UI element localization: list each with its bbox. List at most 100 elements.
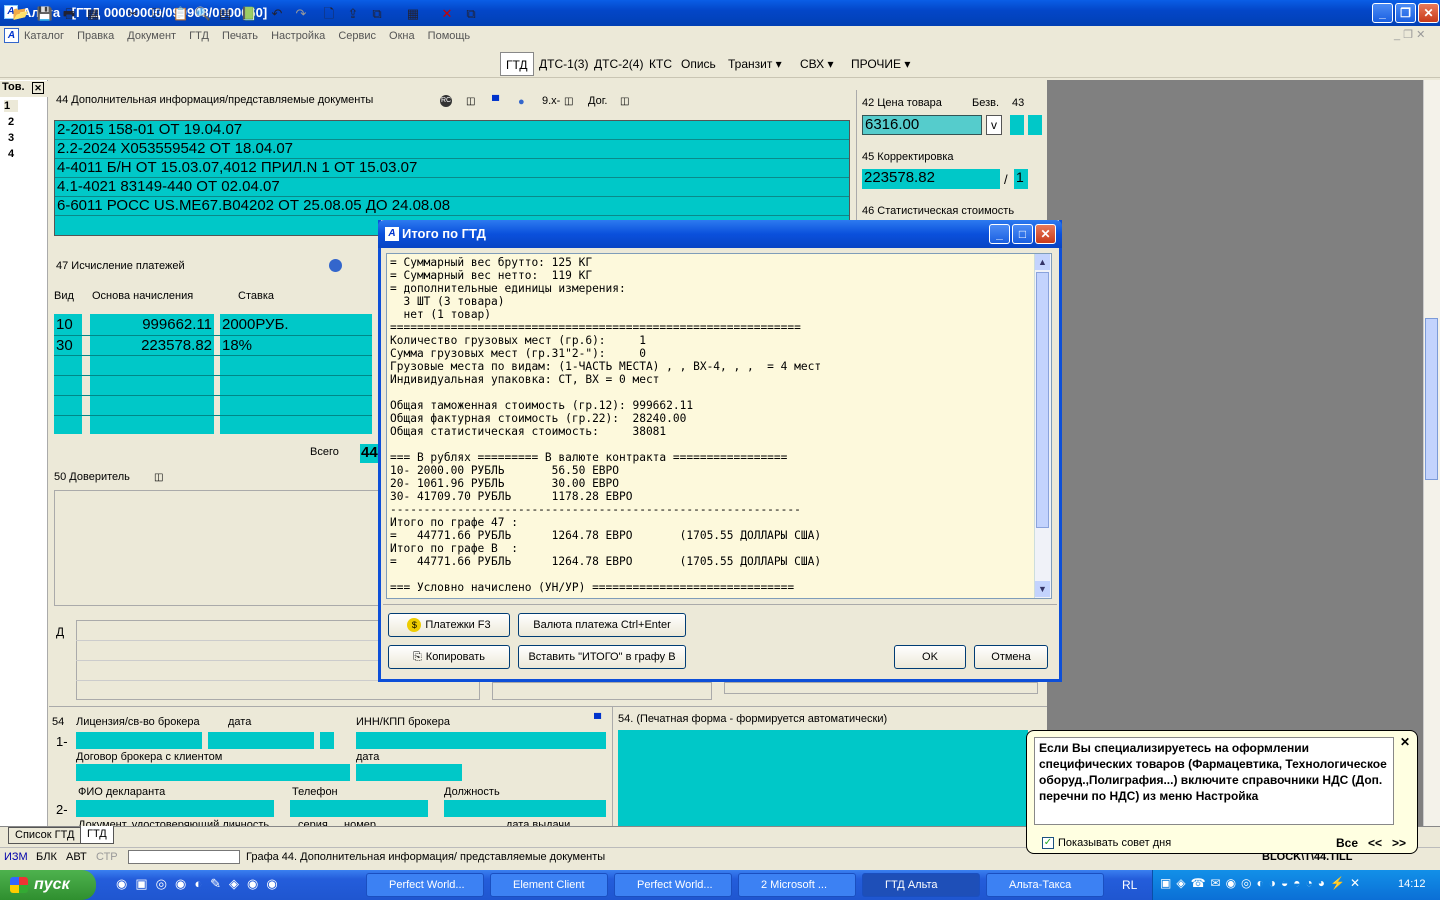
cut-icon[interactable]: ✂	[124, 5, 142, 23]
task-perfect-world-2[interactable]: Perfect World...	[614, 873, 732, 897]
insert-total-button[interactable]: Вставить "ИТОГО" в графу В	[518, 645, 686, 669]
menu-edit[interactable]: Правка	[77, 30, 114, 42]
save-icon[interactable]: 💾	[36, 5, 54, 23]
table-icon[interactable]: ▦	[404, 5, 422, 23]
currency-button[interactable]: Валюта платежа Ctrl+Enter	[518, 613, 686, 637]
menu-windows[interactable]: Окна	[389, 30, 415, 42]
price-field[interactable]: 6316.00	[862, 115, 982, 135]
find-icon[interactable]: 🔍	[194, 5, 212, 23]
tab-gtd-form[interactable]: ГТД	[80, 826, 114, 844]
scroll-down-icon[interactable]: ▼	[1035, 581, 1050, 597]
menu-service[interactable]: Сервис	[338, 30, 376, 42]
tab-svh[interactable]: СВХ ▾	[795, 52, 839, 76]
scrollbar-thumb[interactable]	[1425, 318, 1438, 480]
contract-date-field[interactable]	[356, 764, 462, 781]
totals-report[interactable]: = Суммарный вес брутто: 125 КГ = Суммарн…	[386, 253, 1052, 599]
menu-settings[interactable]: Настройка	[271, 30, 325, 42]
redo-icon[interactable]: ↷	[292, 5, 310, 23]
dialog-maximize-button[interactable]: □	[1012, 224, 1033, 244]
ok-button[interactable]: OK	[894, 645, 966, 669]
phone-field[interactable]	[290, 800, 428, 817]
calc-globe-icon[interactable]	[329, 259, 342, 272]
inn-field[interactable]	[356, 732, 606, 749]
minimize-button[interactable]: _	[1372, 3, 1393, 23]
duplicate-icon[interactable]: ⧉	[368, 5, 386, 23]
payments-button[interactable]: $ Платежки F3	[388, 613, 510, 637]
tab-other[interactable]: ПРОЧИЕ ▾	[846, 52, 915, 76]
rate-cell[interactable]: 2000РУБ.	[222, 316, 289, 333]
tip-prev-button[interactable]: <<	[1368, 836, 1382, 850]
menu-catalog[interactable]: Каталог	[24, 30, 64, 42]
tip-close-icon[interactable]: ✕	[1400, 735, 1410, 749]
boxD-field-3[interactable]	[724, 682, 1038, 694]
total-value[interactable]: 44	[360, 444, 380, 463]
globe-icon[interactable]: ●	[518, 96, 525, 108]
fio-field[interactable]	[76, 800, 274, 817]
license-extra-field[interactable]	[320, 732, 334, 749]
paste-icon[interactable]: 📋	[172, 5, 190, 23]
doc-row[interactable]: 4-4011 Б/Н ОТ 15.03.07,4012 ПРИЛ.N 1 ОТ …	[55, 159, 849, 178]
dog-edit-icon[interactable]: ◫	[620, 96, 629, 107]
calculator-icon[interactable]: ▤	[216, 5, 234, 23]
task-perfect-world-1[interactable]: Perfect World...	[366, 873, 484, 897]
print-form-field[interactable]	[618, 730, 1028, 826]
tab-dts2[interactable]: ДТС-2(4)	[589, 52, 648, 76]
box43-field-b[interactable]	[1028, 115, 1042, 135]
tab-dts1[interactable]: ДТС-1(3)	[534, 52, 593, 76]
x-edit-icon[interactable]: ◫	[564, 96, 573, 107]
base-cell[interactable]: 999662.11	[92, 316, 212, 333]
doc-row[interactable]: 6-6011 РОСС US.ME67.B04202 ОТ 25.08.05 Д…	[55, 197, 849, 216]
vid-cell[interactable]: 10	[56, 316, 73, 333]
box43-field-a[interactable]	[1010, 115, 1024, 135]
new-doc-icon[interactable]: 🗋	[320, 5, 338, 23]
menu-document[interactable]: Документ	[127, 30, 176, 42]
rate-cell[interactable]: 18%	[222, 337, 252, 354]
rc-icon[interactable]: RC	[440, 95, 452, 107]
goods-item-4[interactable]: 4	[8, 148, 14, 160]
goods-item-2[interactable]: 2	[8, 116, 14, 128]
base-cell[interactable]: 223578.82	[92, 337, 212, 354]
box50-edit-icon[interactable]: ◫	[154, 472, 163, 483]
status-input[interactable]	[128, 850, 240, 864]
cancel-button[interactable]: Отмена	[974, 645, 1048, 669]
copy-button[interactable]: ⎘ Копировать	[388, 645, 510, 669]
tab-transit[interactable]: Транзит ▾	[723, 52, 787, 76]
scroll-up-icon[interactable]: ▲	[1035, 254, 1050, 270]
restore-button[interactable]: ❐	[1395, 3, 1416, 23]
vid-cell[interactable]: 30	[56, 337, 73, 354]
export-icon[interactable]: ⇪	[344, 5, 362, 23]
book-icon[interactable]: 📗	[240, 5, 258, 23]
copy-icon[interactable]: ⎘	[148, 5, 166, 23]
dialog-minimize-button[interactable]: _	[989, 224, 1010, 244]
tray-icons[interactable]: ▣◈☎✉◉◎◐◑◒◓◔◕⚡✕	[1160, 876, 1390, 894]
box54-window-icon[interactable]: ▀	[594, 714, 601, 725]
correction-field[interactable]: 223578.82	[862, 169, 1000, 189]
correction-code[interactable]: 1	[1014, 169, 1028, 189]
task-microsoft[interactable]: 2 Microsoft ...	[738, 873, 856, 897]
menu-gtd[interactable]: ГТД	[189, 30, 209, 42]
delete-icon[interactable]: ✕	[438, 5, 456, 23]
tip-all-link[interactable]: Все	[1336, 836, 1358, 850]
print-icon[interactable]: 🖶	[60, 5, 78, 23]
doc-row[interactable]: 2.2-2024 X053559542 ОТ 18.04.07	[55, 140, 849, 159]
tab-opis[interactable]: Опись	[676, 52, 721, 76]
box50-field[interactable]	[54, 490, 380, 606]
tab-gtd-list[interactable]: Список ГТД	[8, 827, 82, 844]
open-icon[interactable]: 📂	[12, 5, 30, 23]
undo-icon[interactable]: ↶	[268, 5, 286, 23]
contract-field[interactable]	[76, 764, 350, 781]
doc-row[interactable]: 4.1-4021 83149-440 ОТ 02.04.07	[55, 178, 849, 197]
menu-print[interactable]: Печать	[222, 30, 258, 42]
tab-gtd[interactable]: ГТД	[500, 52, 534, 76]
mdi-controls[interactable]: _ ❐ ✕	[1394, 28, 1438, 44]
task-element-client[interactable]: Element Client	[490, 873, 608, 897]
boxD-field-2[interactable]	[492, 682, 712, 700]
doc-row[interactable]: 2-2015 158-01 ОТ 19.04.07	[55, 121, 849, 140]
show-tips-checkbox[interactable]: ✓	[1042, 837, 1054, 849]
close-button[interactable]: ✕	[1418, 3, 1439, 23]
window-icon[interactable]: ▀	[492, 96, 499, 107]
language-indicator[interactable]: RL	[1122, 878, 1137, 892]
task-gtd-alta[interactable]: ГТД Альта	[862, 873, 980, 897]
print-preview-icon[interactable]: ▦	[84, 5, 102, 23]
box44-documents[interactable]: 2-2015 158-01 ОТ 19.04.07 2.2-2024 X0535…	[54, 120, 850, 236]
